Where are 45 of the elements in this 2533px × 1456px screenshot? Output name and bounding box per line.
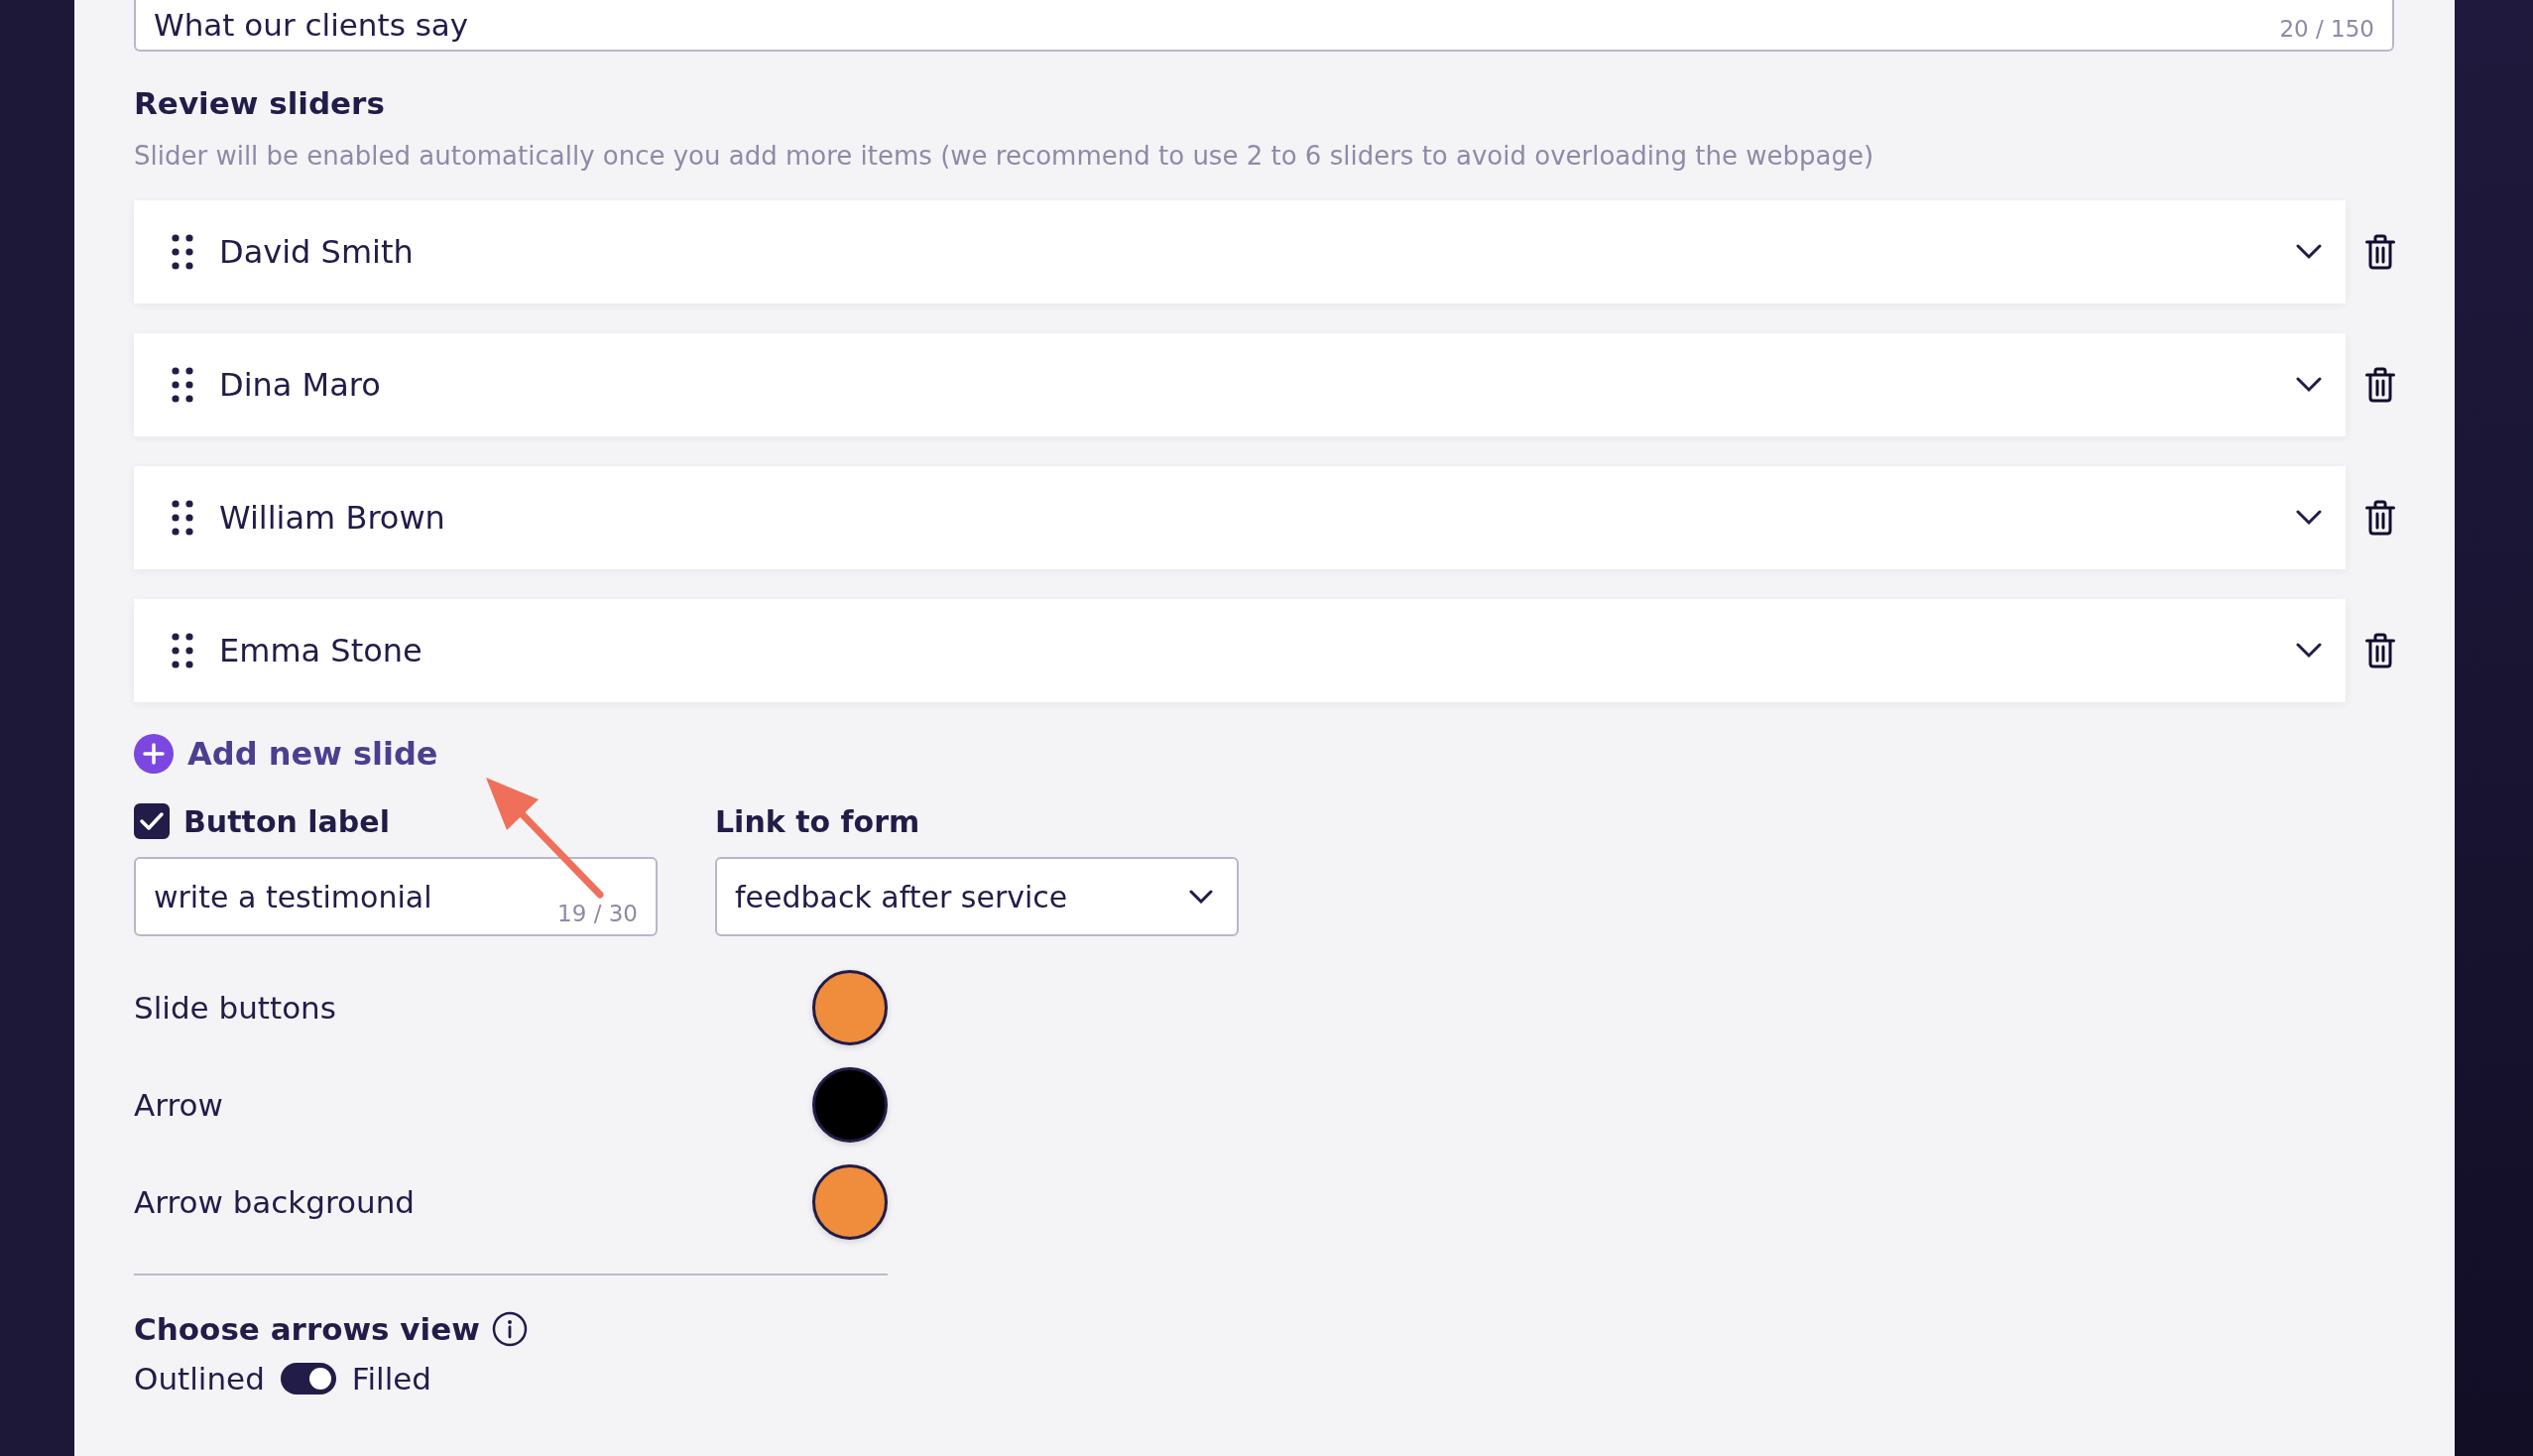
trash-icon[interactable] [2365,234,2395,270]
slide-name: Dina Maro [219,366,382,404]
title-input-field[interactable]: What our clients say 20 / 150 [134,0,2394,52]
color-swatch[interactable] [812,970,888,1045]
character-counter: 20 / 150 [2279,16,2374,44]
section-heading: Review sliders [134,85,386,121]
drag-handle-icon[interactable] [172,367,193,403]
section-description: Slider will be enabled automatically once you add more items (we recommend to use 2 to 6 sliders to avoid overloading the webpage) [134,141,1875,171]
slide-name: Emma Stone [219,632,423,669]
color-swatch[interactable] [812,1067,888,1143]
field-label: Link to form [715,803,920,839]
color-swatch[interactable] [812,1164,888,1240]
chevron-icon[interactable] [2296,377,2322,393]
slide-item[interactable]: David Smith [134,200,2346,303]
color-label: Slide buttons [134,990,336,1026]
checkbox[interactable] [134,803,170,839]
color-label: Arrow [134,1087,223,1123]
section-heading: Choose arrows view [134,1311,480,1347]
slide-item[interactable]: William Brown [134,466,2346,569]
trash-icon[interactable] [2365,633,2395,668]
toggle-option-label: Outlined [134,1361,265,1396]
toggle-option-label: Filled [351,1361,431,1396]
character-counter: 19 / 30 [557,901,638,928]
check-icon [139,810,165,832]
drag-handle-icon[interactable] [172,234,193,270]
chevron-icon[interactable] [2296,643,2322,659]
color-label: Arrow background [134,1184,415,1220]
drag-handle-icon[interactable] [172,633,193,668]
add-slide-button[interactable]: Add new slide [134,734,438,774]
slide-item[interactable]: Dina Maro [134,333,2346,436]
chevron-icon[interactable] [2296,244,2322,260]
plus-icon [134,734,174,774]
slide-name: William Brown [219,499,446,537]
slide-name: David Smith [219,233,415,271]
trash-icon[interactable] [2365,500,2395,536]
chevron-icon[interactable] [2296,510,2322,526]
button-label-input-field[interactable]: write a testimonial 19 / 30 [134,857,658,936]
slide-item[interactable]: Emma Stone [134,599,2346,702]
form-dropdown[interactable]: feedback after service [715,857,1239,936]
toggle-switch[interactable] [280,1363,336,1395]
drag-handle-icon[interactable] [172,500,193,536]
trash-icon[interactable] [2365,367,2395,403]
info-icon[interactable] [491,1311,528,1347]
field-label: Button label [183,803,390,839]
chevron-icon [1189,890,1213,904]
